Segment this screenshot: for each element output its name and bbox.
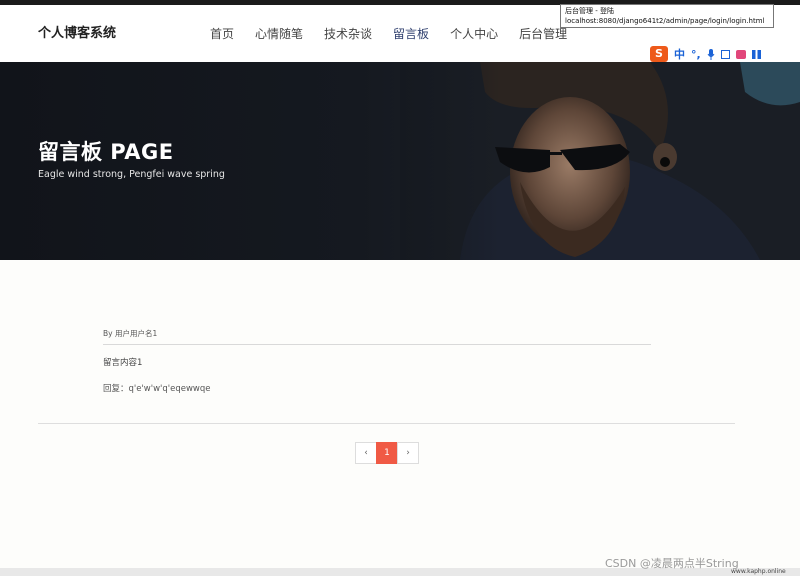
page-banner: 留言板 PAGE Eagle wind strong, Pengfei wave… [0,62,800,260]
message-board-content: By 用户用户名1 留言内容1 回复：q'e'w'w'q'eqewwqe ‹ 1… [0,260,800,570]
skin-icon[interactable] [735,49,746,59]
banner-subtitle: Eagle wind strong, Pengfei wave spring [38,169,225,180]
pagination-next-button[interactable]: › [397,442,419,464]
ime-language-toggle[interactable]: 中 [674,46,685,62]
microphone-icon[interactable] [707,45,715,64]
message-reply: 回复：q'e'w'w'q'eqewwqe [103,384,211,394]
ime-punctuation-toggle[interactable]: °, [691,48,701,61]
nav-item-home[interactable]: 首页 [210,25,234,42]
main-nav: 首页 心情随笔 技术杂谈 留言板 个人中心 后台管理 [210,25,588,42]
message-author: By 用户用户名1 [103,329,158,338]
banner-title: 留言板 PAGE [38,140,174,164]
tooltip-title: 后台管理 - 登陆 [565,7,614,15]
ime-toolbar: S 中 °, [648,45,774,63]
message-content: 留言内容1 [103,358,143,368]
toolbox-icon[interactable] [751,49,761,59]
link-tooltip: 后台管理 - 登陆 localhost:8080/django641t2/adm… [560,4,774,28]
section-divider [38,423,735,424]
tooltip-url: localhost:8080/django641t2/admin/page/lo… [565,17,765,25]
banner-photo [400,62,800,260]
keyboard-icon[interactable] [720,49,730,59]
site-watermark: www.kaphp.online [731,568,786,575]
nav-item-tech[interactable]: 技术杂谈 [324,25,372,42]
pagination-prev-button[interactable]: ‹ [355,442,377,464]
message-divider [103,344,651,345]
pagination: ‹ 1 › [355,442,419,464]
csdn-watermark: CSDN @凌晨两点半String [605,557,739,570]
nav-item-message-board[interactable]: 留言板 [393,25,429,42]
nav-item-profile[interactable]: 个人中心 [450,25,498,42]
nav-item-essays[interactable]: 心情随笔 [255,25,303,42]
pagination-page-1[interactable]: 1 [376,442,398,464]
ime-logo-icon[interactable]: S [650,46,668,62]
site-brand[interactable]: 个人博客系统 [38,22,116,41]
